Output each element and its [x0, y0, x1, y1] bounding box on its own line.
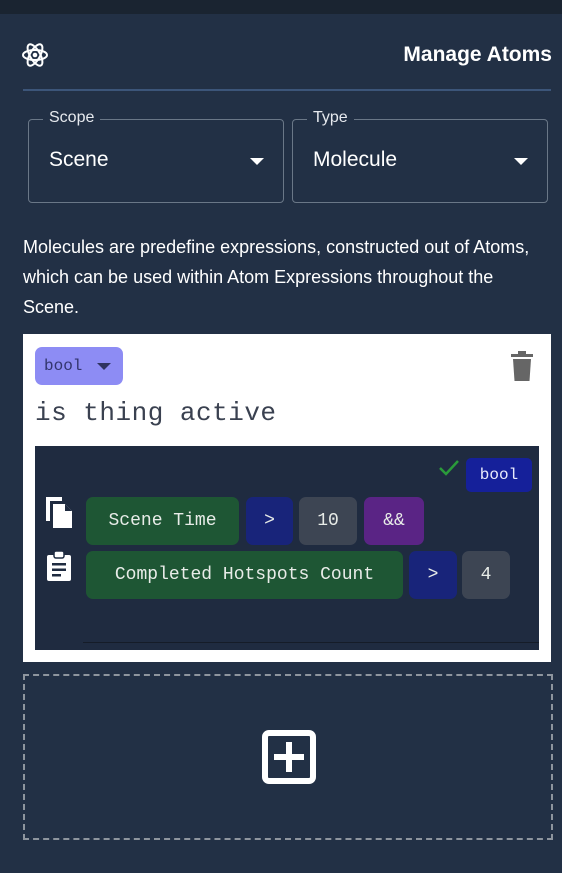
chevron-down-icon [97, 363, 111, 370]
molecule-card: bool is thing active bool Scene Time > 1… [23, 334, 551, 662]
chevron-down-icon [250, 158, 264, 165]
scope-select[interactable]: Scope Scene [28, 109, 284, 203]
expression-token-number[interactable]: 4 [462, 551, 510, 599]
expression-token-variable[interactable]: Completed Hotspots Count [86, 551, 403, 599]
page-title: Manage Atoms [403, 43, 552, 66]
return-type-label: bool [479, 466, 519, 484]
copy-icon[interactable] [43, 494, 75, 530]
molecule-type-dropdown[interactable]: bool [35, 347, 123, 385]
scope-label: Scope [43, 109, 101, 127]
atom-icon [22, 43, 48, 67]
editor-divider [83, 642, 539, 643]
molecule-name[interactable]: is thing active [35, 398, 277, 428]
expression-token-number[interactable]: 10 [299, 497, 357, 545]
type-value: Molecule [313, 148, 398, 171]
header-divider [23, 89, 551, 91]
add-molecule-button[interactable] [23, 674, 553, 840]
description-text: Molecules are predefine expressions, con… [23, 237, 530, 317]
trash-icon[interactable] [511, 351, 533, 381]
type-select[interactable]: Type Molecule [292, 109, 548, 203]
panel-header: Manage Atoms [22, 40, 552, 72]
return-type-badge: bool [466, 458, 532, 492]
scope-value: Scene [49, 148, 109, 171]
expression-token-variable[interactable]: Scene Time [86, 497, 239, 545]
chevron-down-icon [514, 158, 528, 165]
check-icon [439, 460, 459, 476]
type-label: Type [307, 109, 354, 127]
molecule-type-value: bool [44, 357, 83, 375]
expression-editor[interactable]: bool Scene Time > 10 && Completed Hotspo… [35, 446, 539, 650]
expression-token-operator[interactable]: > [409, 551, 457, 599]
expression-token-logic[interactable]: && [364, 497, 424, 545]
top-bar [0, 0, 562, 14]
clipboard-icon[interactable] [45, 550, 73, 582]
expression-token-operator[interactable]: > [246, 497, 293, 545]
add-box-icon [262, 730, 316, 784]
